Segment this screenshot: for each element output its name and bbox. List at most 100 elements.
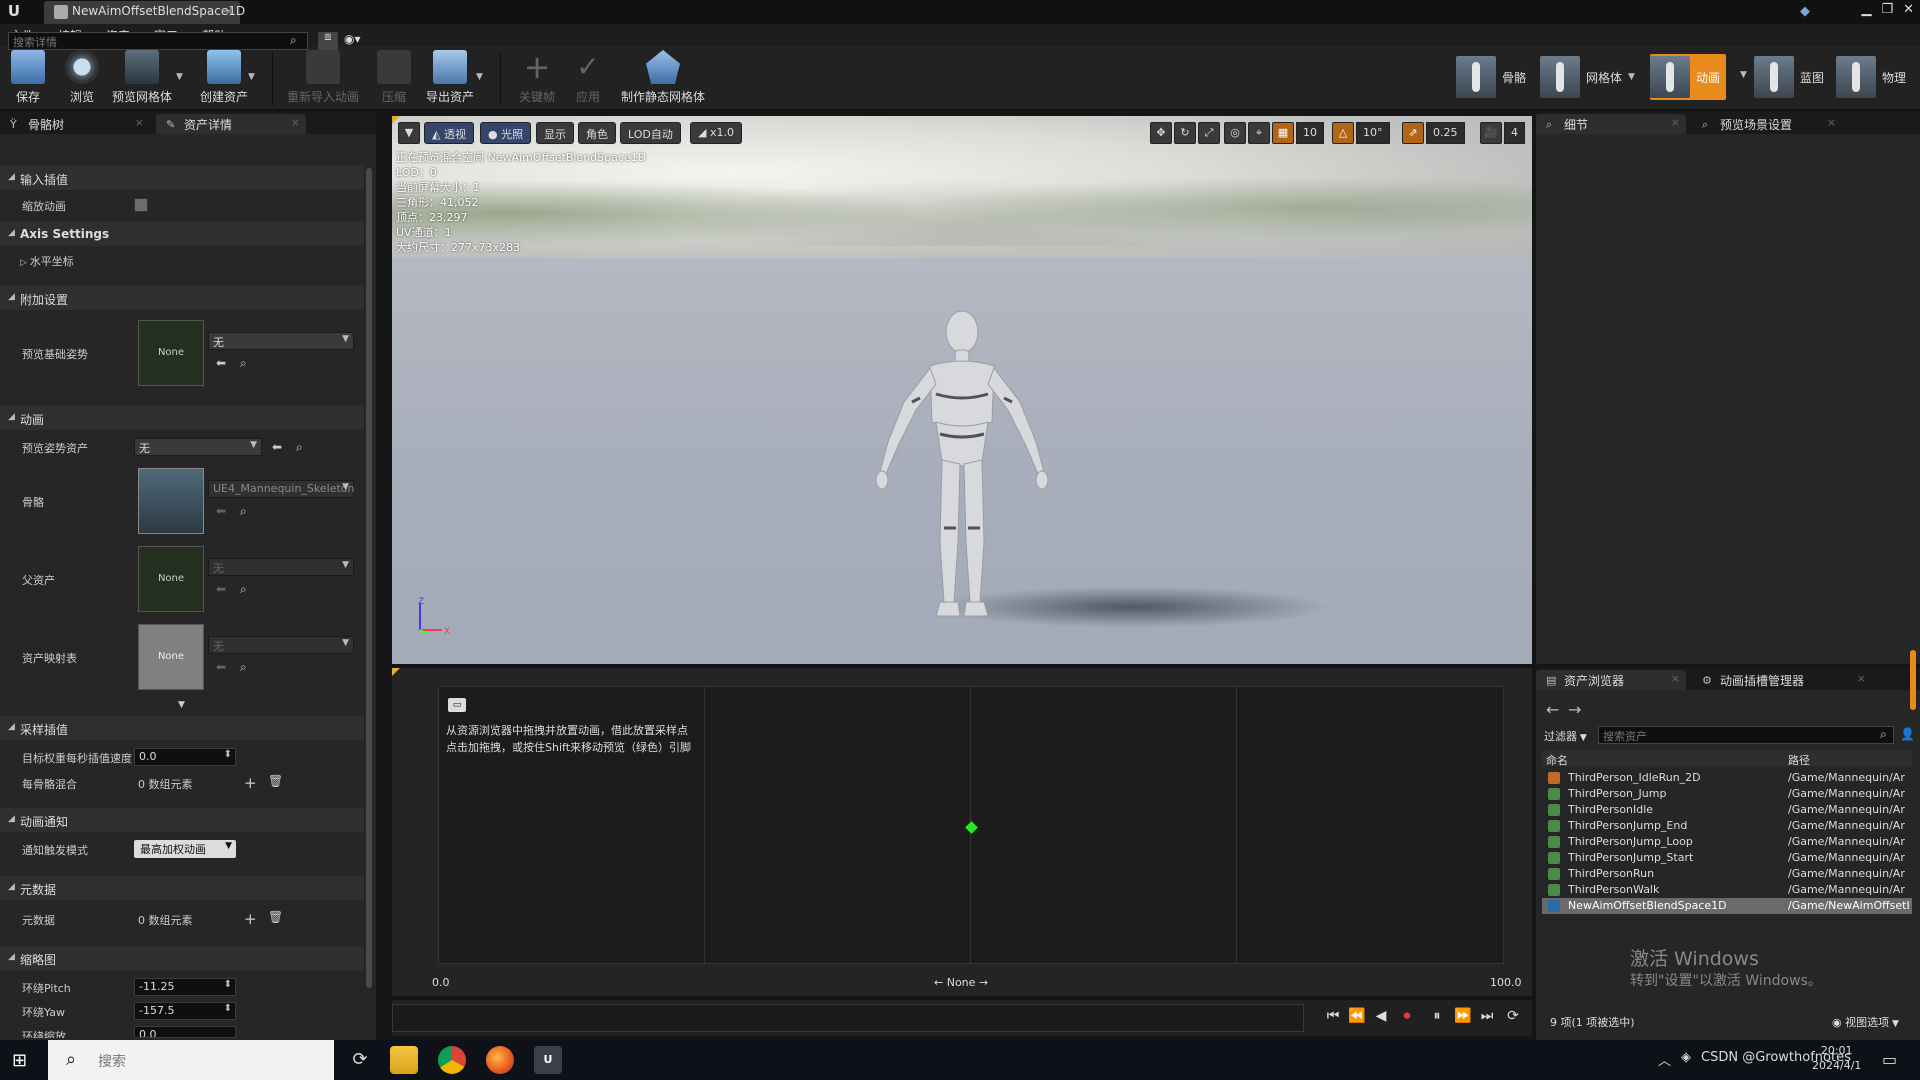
preview-mesh-button[interactable]: 预览网格体	[110, 50, 174, 108]
lod-button[interactable]: LOD自动	[620, 122, 681, 144]
tray-network-icon[interactable]: ◈	[1681, 1050, 1691, 1069]
tab-skeleton-tree[interactable]: Ϋ 骨骼树 ×	[0, 114, 150, 134]
surface-snap-icon[interactable]: ⌖	[1248, 122, 1270, 144]
close-window-icon[interactable]: ✕	[1903, 2, 1914, 17]
rotate-icon[interactable]: ↻	[1174, 122, 1196, 144]
go-to-start-icon[interactable]: ⏮	[1322, 1008, 1344, 1028]
grid-snap-icon[interactable]: ▦	[1272, 122, 1294, 144]
camera-speed-value[interactable]: 4	[1504, 122, 1525, 144]
browse-button[interactable]: 浏览	[62, 50, 102, 108]
orbit-yaw-input[interactable]: -157.5 ⬍	[134, 1002, 236, 1020]
create-asset-dropdown-icon[interactable]: ▼	[248, 72, 255, 82]
mode-skeleton-button[interactable]: 骨骼	[1456, 54, 1526, 100]
scale-snap-value[interactable]: 0.25	[1426, 122, 1465, 144]
back-arrow-icon[interactable]: ←	[1546, 700, 1559, 719]
tab-asset-browser[interactable]: ▤ 资产浏览器 ×	[1536, 670, 1686, 690]
go-to-end-icon[interactable]: ⏭	[1476, 1008, 1498, 1028]
details-scrollbar[interactable]	[366, 168, 372, 988]
make-static-mesh-button[interactable]: 制作静态网格体	[620, 50, 706, 108]
firefox-icon[interactable]	[486, 1046, 514, 1074]
preview-viewport[interactable]: ▼ ◭ 透视 ● 光照 显示 角色 LOD自动 ◢ x1.0 ✥ ↻ ⤢ ◎ ⌖…	[392, 116, 1532, 664]
preview-base-pose-thumbnail[interactable]: None	[138, 320, 204, 386]
tab-preview-scene-settings[interactable]: ⌕ 预览场景设置 ×	[1692, 114, 1842, 134]
mode-mesh-button[interactable]: 网格体 ▼	[1540, 54, 1635, 100]
step-back-icon[interactable]: ⏪	[1346, 1008, 1368, 1028]
apply-button[interactable]: ✓ 应用	[570, 50, 606, 108]
use-selected-arrow-icon[interactable]: ⬅	[216, 504, 226, 518]
preview-mesh-dropdown-icon[interactable]: ▼	[176, 72, 183, 82]
target-weight-speed-input[interactable]: 0.0 ⬍	[134, 748, 236, 766]
chrome-icon[interactable]	[438, 1046, 466, 1074]
minimize-icon[interactable]: ▁	[1861, 2, 1871, 17]
viewport-options-dropdown-icon[interactable]: ▼	[398, 122, 420, 144]
close-tab-icon[interactable]: ×	[1671, 672, 1680, 685]
lit-button[interactable]: ● 光照	[480, 122, 532, 144]
character-button[interactable]: 角色	[578, 122, 616, 144]
scale-anim-checkbox[interactable]	[134, 198, 148, 212]
close-tab-icon[interactable]: ×	[1857, 672, 1866, 685]
close-tab-icon[interactable]: ×	[224, 4, 234, 18]
search-details-input[interactable]: 搜索详情	[8, 32, 308, 50]
asset-mapping-combo[interactable]: 无 ▼	[208, 636, 354, 654]
close-tab-icon[interactable]: ×	[1827, 116, 1836, 129]
timeline-scrubber[interactable]	[392, 1004, 1304, 1032]
record-icon[interactable]: ⏺	[1396, 1008, 1418, 1028]
animation-mode-dropdown-icon[interactable]: ▼	[1740, 70, 1747, 80]
asset-row[interactable]: ThirdPersonWalk/Game/Mannequin/Ar	[1542, 882, 1912, 898]
use-selected-arrow-icon[interactable]: ⬅	[216, 660, 226, 674]
browse-magnifier-icon[interactable]: ⌕	[240, 582, 247, 597]
category-input-interp[interactable]: ◢ 输入插值	[0, 166, 364, 190]
mesh-mode-dropdown-icon[interactable]: ▼	[1628, 72, 1635, 82]
keyframe-button[interactable]: + 关键帧	[516, 50, 558, 108]
parent-asset-thumbnail[interactable]: None	[138, 546, 204, 612]
taskbar-search-input[interactable]: 搜索	[48, 1040, 334, 1080]
category-axis-settings[interactable]: ◢ Axis Settings	[0, 222, 364, 246]
close-tab-icon[interactable]: ×	[135, 116, 144, 129]
filter-button[interactable]: 过滤器 ▼	[1544, 728, 1587, 744]
compress-button[interactable]: 压缩	[376, 50, 412, 108]
col-path-header[interactable]: 路径	[1788, 752, 1810, 768]
asset-row[interactable]: ThirdPerson_Jump/Game/Mannequin/Ar	[1542, 786, 1912, 802]
step-forward-icon[interactable]: ⏩	[1452, 1008, 1474, 1028]
perspective-button[interactable]: ◭ 透视	[424, 122, 474, 144]
tab-anim-slot-manager[interactable]: ⚙ 动画插槽管理器 ×	[1692, 670, 1872, 690]
document-tab[interactable]: NewAimOffsetBlendSpace1D ×	[44, 1, 245, 24]
trash-icon[interactable]: 🗑	[268, 910, 283, 924]
user-icon[interactable]: 👤	[1900, 727, 1915, 741]
asset-row[interactable]: ThirdPerson_IdleRun_2D/Game/Mannequin/Ar	[1542, 770, 1912, 786]
search-icon[interactable]: ⌕	[1880, 727, 1887, 742]
tray-expand-icon[interactable]: ︿	[1658, 1050, 1671, 1069]
col-name-header[interactable]: 命名	[1546, 752, 1568, 768]
taskbar-clock[interactable]: 20:01 2024/4/1	[1812, 1043, 1861, 1073]
mode-animation-button[interactable]: 动画	[1650, 54, 1727, 100]
add-element-icon[interactable]: +	[244, 910, 257, 928]
export-dropdown-icon[interactable]: ▼	[476, 72, 483, 82]
close-tab-icon[interactable]: ×	[1671, 116, 1680, 129]
asset-search-input[interactable]: 搜索资产	[1598, 726, 1894, 744]
notify-mode-combo[interactable]: 最高加权动画 ▼	[134, 840, 236, 858]
save-button[interactable]: 保存	[8, 50, 48, 108]
add-element-icon[interactable]: +	[244, 774, 257, 792]
category-sample-interp[interactable]: ◢ 采样插值	[0, 716, 364, 740]
angle-snap-icon[interactable]: △	[1332, 122, 1354, 144]
browse-magnifier-icon[interactable]: ⌕	[240, 660, 247, 675]
use-selected-arrow-icon[interactable]: ⬅	[272, 440, 282, 454]
world-local-icon[interactable]: ◎	[1224, 122, 1246, 144]
asset-row[interactable]: ThirdPersonJump_End/Game/Mannequin/Ar	[1542, 818, 1912, 834]
asset-row[interactable]: ThirdPersonRun/Game/Mannequin/Ar	[1542, 866, 1912, 882]
skeleton-thumbnail[interactable]	[138, 468, 204, 534]
search-icon[interactable]: ⌕	[290, 33, 297, 48]
asset-row[interactable]: ThirdPersonIdle/Game/Mannequin/Ar	[1542, 802, 1912, 818]
play-reverse-icon[interactable]: ◀	[1370, 1008, 1392, 1028]
playback-speed-button[interactable]: ◢ x1.0	[690, 122, 742, 144]
browse-magnifier-icon[interactable]: ⌕	[296, 440, 303, 455]
preview-base-pose-combo[interactable]: 无 ▼	[208, 332, 354, 350]
mode-physics-button[interactable]: 物理	[1836, 54, 1906, 100]
skeleton-combo[interactable]: UE4_Mannequin_Skeleton ▼	[208, 480, 355, 498]
asset-row[interactable]: ThirdPersonJump_Start/Game/Mannequin/Ar	[1542, 850, 1912, 866]
tab-details[interactable]: ⌕ 细节 ×	[1536, 114, 1686, 134]
windows-start-icon[interactable]: ⊞	[12, 1050, 32, 1071]
use-selected-arrow-icon[interactable]: ⬅	[216, 582, 226, 596]
file-explorer-icon[interactable]	[390, 1046, 418, 1074]
list-view-icon[interactable]: ≣	[318, 32, 338, 50]
